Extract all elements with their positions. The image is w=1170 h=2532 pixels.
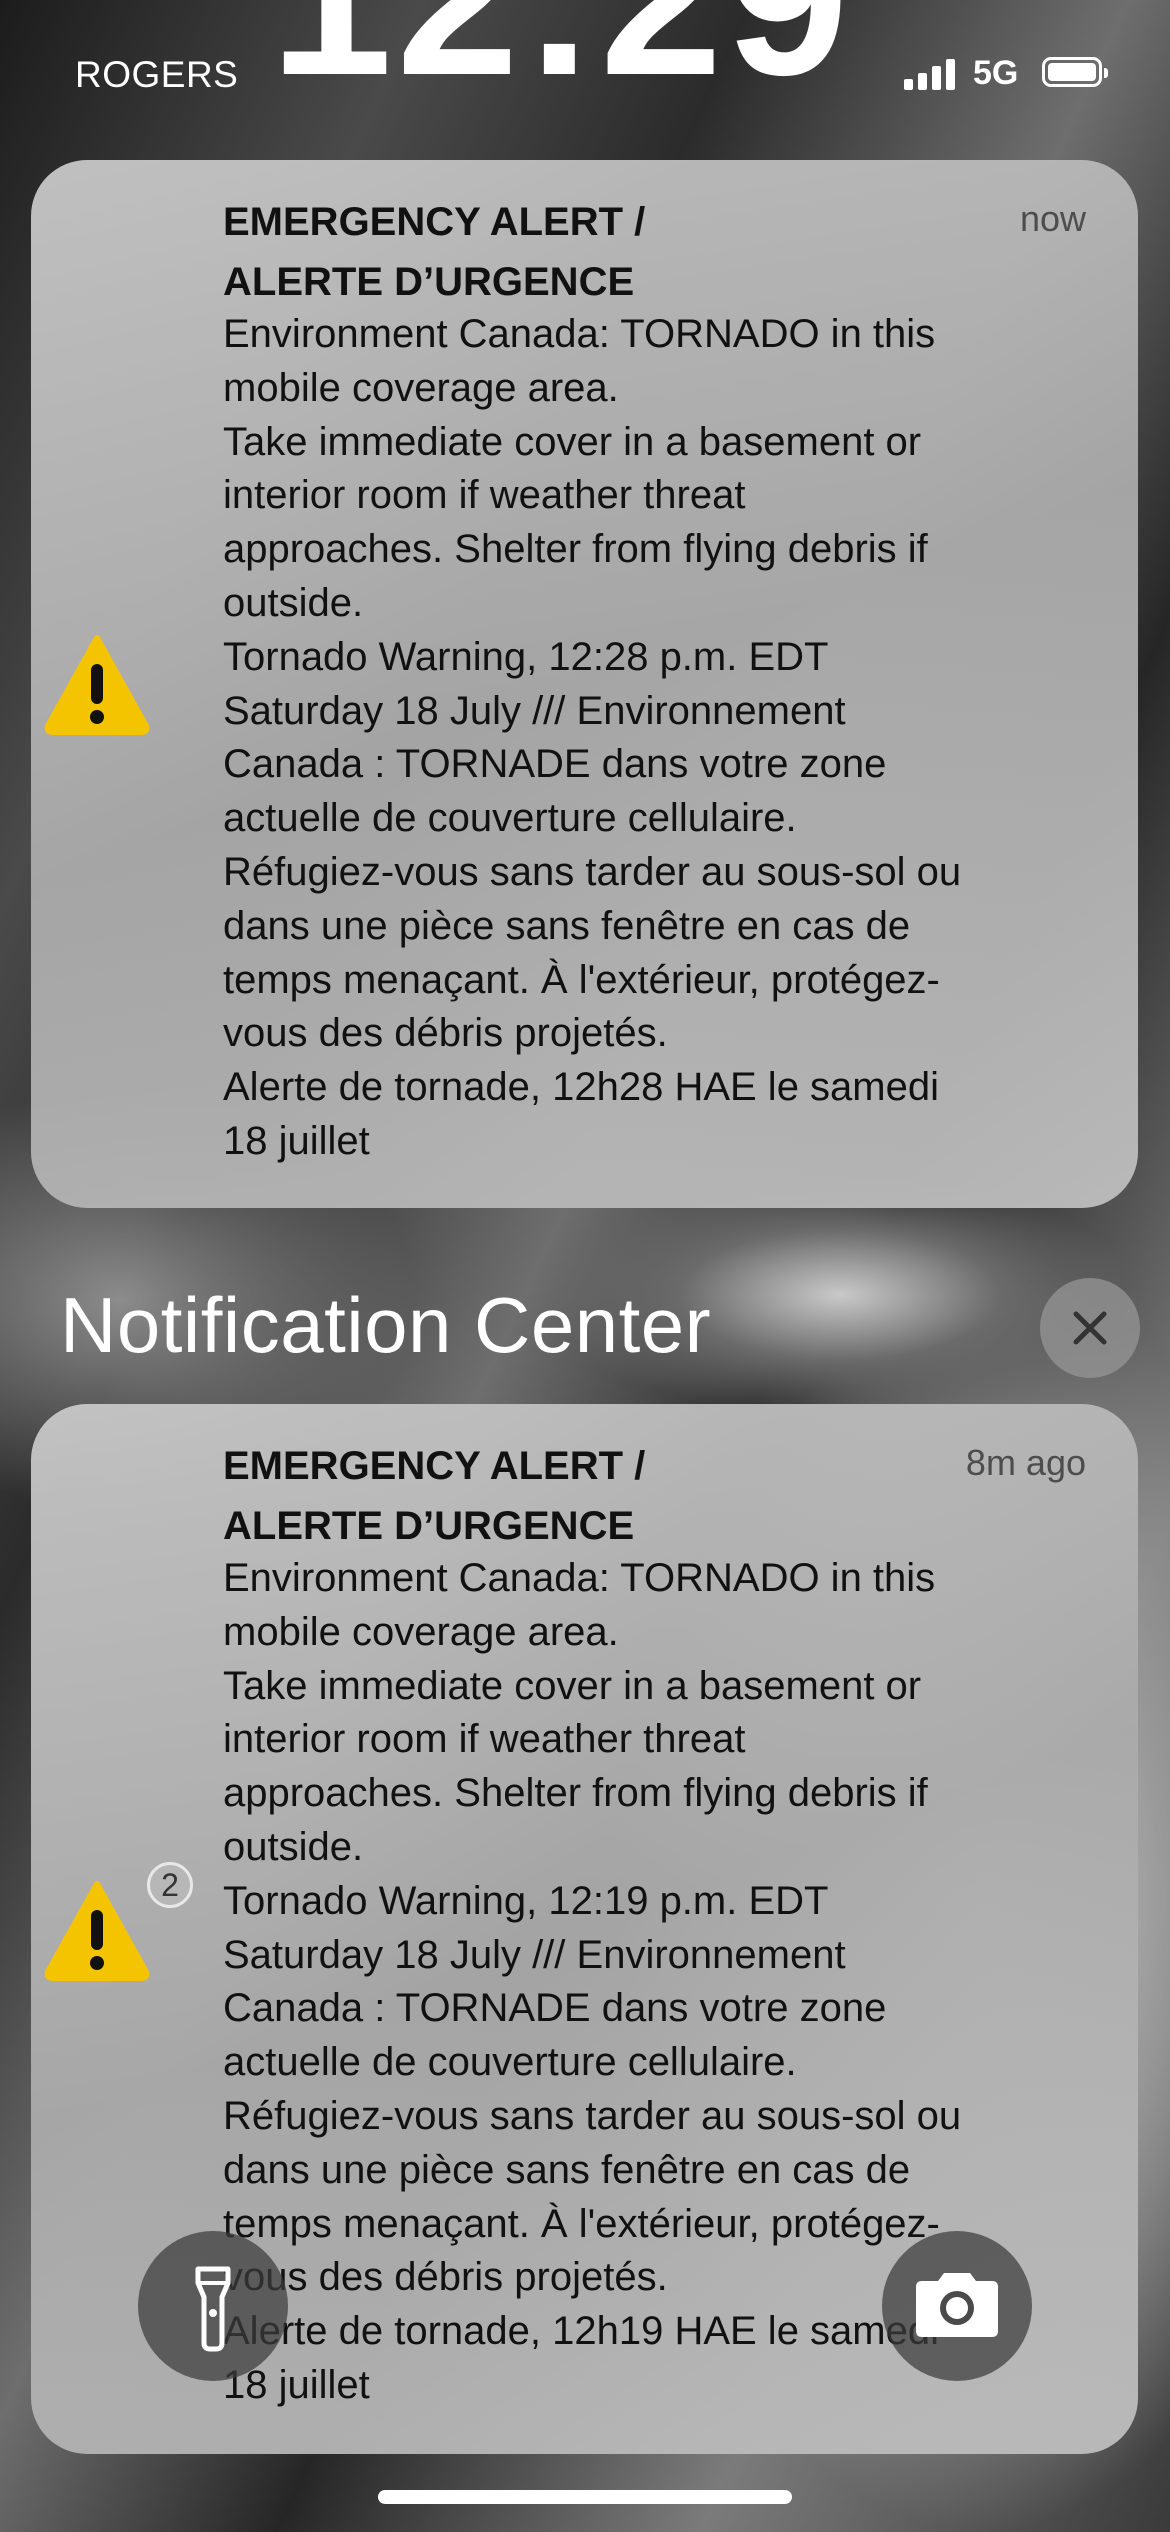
- home-indicator[interactable]: [378, 2490, 792, 2504]
- notification-center-title: Notification Center: [60, 1281, 712, 1369]
- flashlight-icon: [195, 2266, 231, 2352]
- warning-icon: [44, 635, 150, 735]
- notification-title-line: ALERTE D’URGENCE: [223, 260, 635, 304]
- signal-strength-icon: [904, 56, 955, 90]
- lock-screen-clock: 12:29: [270, 0, 853, 108]
- notification-time: now: [1019, 198, 1086, 239]
- notification-body: Environment Canada: TORNADO in this mobi…: [223, 312, 962, 1163]
- flashlight-button[interactable]: [138, 2231, 288, 2381]
- notification-count-badge: 2: [147, 1862, 193, 1908]
- network-type: 5G: [973, 54, 1019, 92]
- clear-notifications-button[interactable]: [1040, 1278, 1140, 1378]
- carrier-label: ROGERS: [75, 54, 239, 95]
- notification-title: EMERGENCY ALERT / ALERTE D’URGENCE: [223, 192, 923, 312]
- notification-title: EMERGENCY ALERT / ALERTE D’URGENCE: [223, 1436, 923, 1556]
- camera-icon: [916, 2273, 998, 2337]
- warning-icon: [44, 1881, 150, 1981]
- notification-title-line: ALERTE D’URGENCE: [223, 1504, 635, 1548]
- close-icon: [1073, 1311, 1107, 1345]
- camera-button[interactable]: [882, 2231, 1032, 2381]
- notification-title-line: EMERGENCY ALERT /: [223, 1444, 646, 1488]
- battery-icon: [1042, 57, 1108, 87]
- emergency-alert-notification[interactable]: EMERGENCY ALERT / ALERTE D’URGENCE now E…: [31, 160, 1138, 1208]
- notification-title-line: EMERGENCY ALERT /: [223, 200, 646, 244]
- notification-time: 8m ago: [965, 1442, 1086, 1483]
